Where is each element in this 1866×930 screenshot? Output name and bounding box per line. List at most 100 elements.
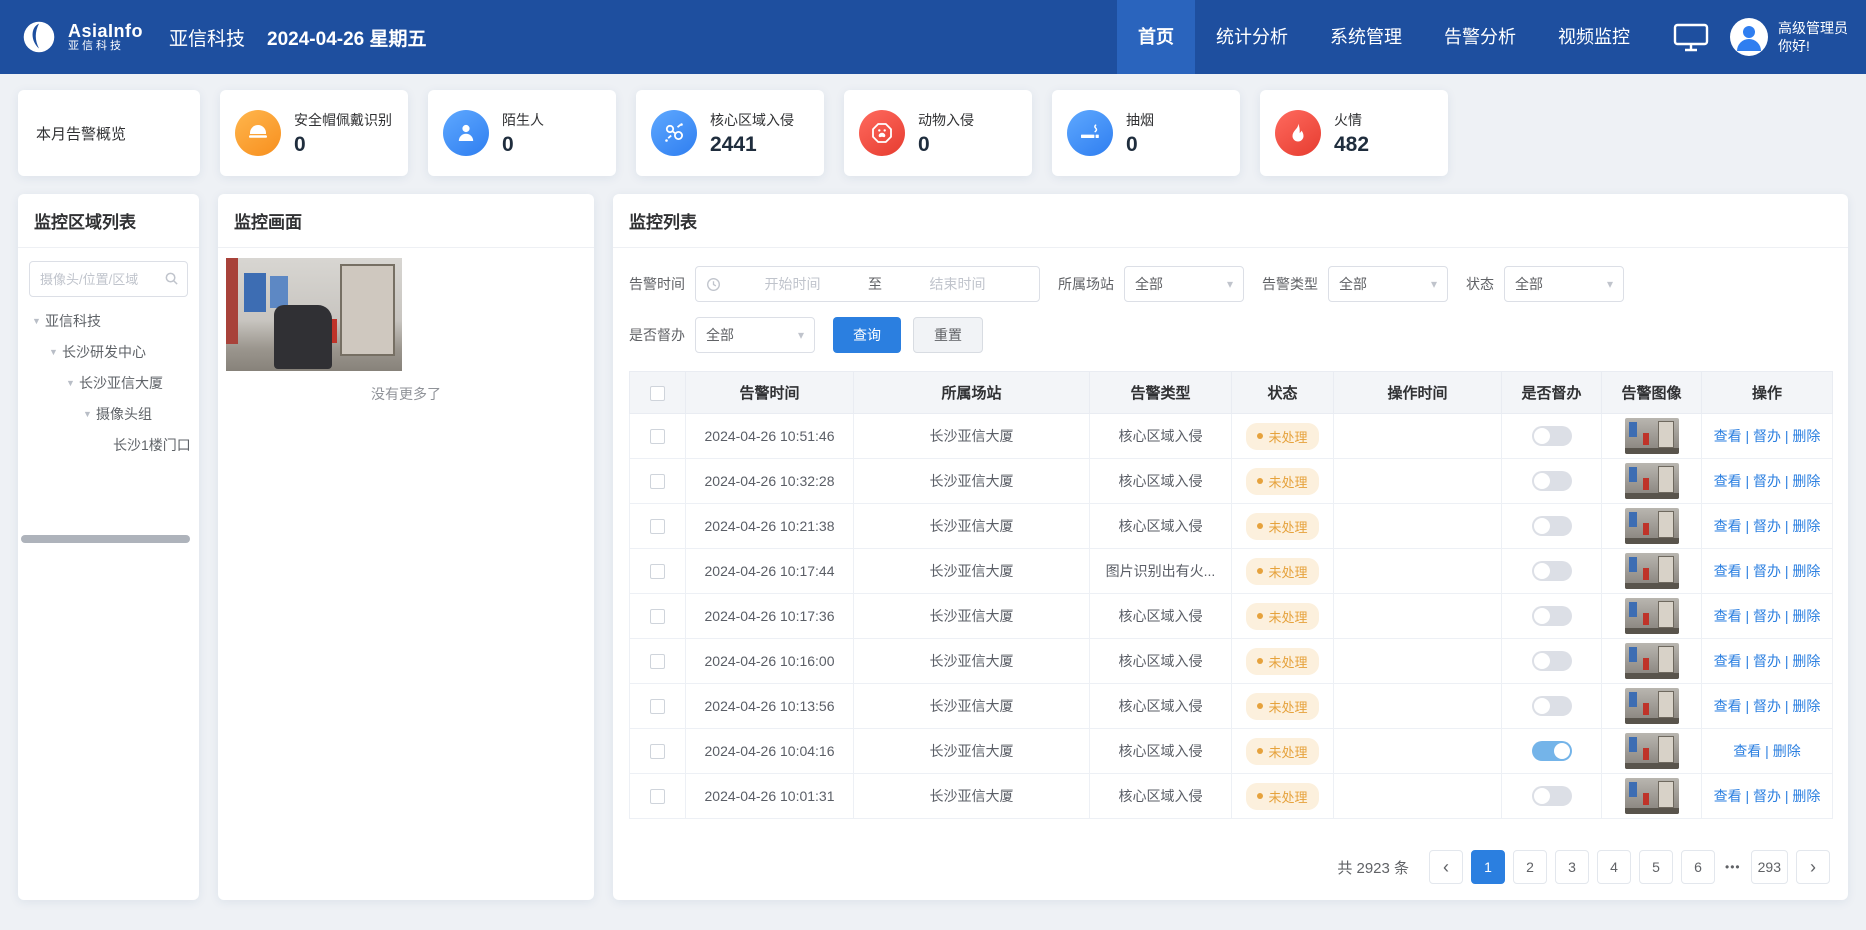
tree-node-1[interactable]: ▼ 长沙研发中心 (18, 336, 199, 367)
page-button-6[interactable]: 6 (1681, 850, 1715, 884)
action-supervise-link[interactable]: 督办 (1753, 698, 1781, 714)
stat-card: 火情 482 (1260, 90, 1448, 176)
supervise-toggle[interactable] (1532, 696, 1572, 716)
row-checkbox[interactable] (650, 699, 665, 714)
action-view-link[interactable]: 查看 (1714, 563, 1742, 579)
action-delete-link[interactable]: 删除 (1792, 473, 1820, 489)
action-delete-link[interactable]: 删除 (1792, 428, 1820, 444)
reset-button[interactable]: 重置 (913, 317, 983, 353)
row-checkbox[interactable] (650, 654, 665, 669)
nav-item-0[interactable]: 首页 (1117, 0, 1195, 74)
alarm-image-thumbnail[interactable] (1625, 733, 1679, 769)
alarm-type-select[interactable]: 全部 ▾ (1328, 266, 1448, 302)
tree-node-0[interactable]: ▼ 亚信科技 (18, 305, 199, 336)
row-checkbox[interactable] (650, 519, 665, 534)
action-view-link[interactable]: 查看 (1714, 653, 1742, 669)
action-view-link[interactable]: 查看 (1714, 698, 1742, 714)
action-supervise-link[interactable]: 督办 (1753, 518, 1781, 534)
row-checkbox[interactable] (650, 429, 665, 444)
row-actions: 查看 | 督办 | 删除 (1702, 774, 1833, 819)
alarm-image-thumbnail[interactable] (1625, 418, 1679, 454)
alarm-station-cell: 长沙亚信大厦 (854, 549, 1090, 594)
supervise-toggle[interactable] (1532, 426, 1572, 446)
action-supervise-link[interactable]: 督办 (1753, 653, 1781, 669)
status-select[interactable]: 全部 ▾ (1504, 266, 1624, 302)
screen-monitor-icon[interactable] (1673, 22, 1709, 52)
row-actions: 查看 | 督办 | 删除 (1702, 639, 1833, 684)
tree-node-2[interactable]: ▼ 长沙亚信大厦 (18, 367, 199, 398)
user-menu[interactable]: 高级管理员 你好! (1729, 17, 1848, 57)
action-supervise-link[interactable]: 督办 (1753, 788, 1781, 804)
asiainfo-logo-icon (18, 16, 60, 58)
supervise-toggle[interactable] (1532, 651, 1572, 671)
action-delete-link[interactable]: 删除 (1792, 698, 1820, 714)
page-button-5[interactable]: 5 (1639, 850, 1673, 884)
alarm-time-range-picker[interactable]: 开始时间 至 结束时间 (695, 266, 1040, 302)
horizontal-scrollbar[interactable] (21, 535, 190, 543)
action-view-link[interactable]: 查看 (1714, 428, 1742, 444)
action-delete-link[interactable]: 删除 (1792, 788, 1820, 804)
supervise-toggle[interactable] (1532, 471, 1572, 491)
camera-preview-thumbnail[interactable] (226, 258, 402, 371)
row-checkbox[interactable] (650, 744, 665, 759)
action-view-link[interactable]: 查看 (1714, 473, 1742, 489)
action-delete-link[interactable]: 删除 (1792, 563, 1820, 579)
alarm-image-thumbnail[interactable] (1625, 508, 1679, 544)
action-supervise-link[interactable]: 督办 (1753, 473, 1781, 489)
caret-down-icon[interactable]: ▼ (79, 409, 96, 419)
row-checkbox[interactable] (650, 474, 665, 489)
station-select[interactable]: 全部 ▾ (1124, 266, 1244, 302)
action-view-link[interactable]: 查看 (1714, 518, 1742, 534)
alarm-image-thumbnail[interactable] (1625, 598, 1679, 634)
nav-item-2[interactable]: 系统管理 (1309, 0, 1423, 74)
caret-down-icon[interactable]: ▼ (45, 347, 62, 357)
alarm-image-thumbnail[interactable] (1625, 553, 1679, 589)
action-delete-link[interactable]: 删除 (1792, 608, 1820, 624)
action-supervise-link[interactable]: 督办 (1753, 563, 1781, 579)
action-view-link[interactable]: 查看 (1714, 788, 1742, 804)
action-view-link[interactable]: 查看 (1733, 743, 1761, 759)
more-pages-icon[interactable]: ••• (1723, 860, 1743, 874)
row-checkbox[interactable] (650, 564, 665, 579)
alarm-image-thumbnail[interactable] (1625, 463, 1679, 499)
alarm-image-thumbnail[interactable] (1625, 778, 1679, 814)
tree-node-3[interactable]: ▼ 摄像头组 (18, 398, 199, 429)
nav-item-1[interactable]: 统计分析 (1195, 0, 1309, 74)
action-view-link[interactable]: 查看 (1714, 608, 1742, 624)
row-actions: 查看 | 督办 | 删除 (1702, 414, 1833, 459)
supervise-select[interactable]: 全部 ▾ (695, 317, 815, 353)
query-button[interactable]: 查询 (833, 317, 901, 353)
action-delete-link[interactable]: 删除 (1792, 518, 1820, 534)
page-button-293[interactable]: 293 (1751, 850, 1788, 884)
action-delete-link[interactable]: 删除 (1792, 653, 1820, 669)
alarm-station-cell: 长沙亚信大厦 (854, 594, 1090, 639)
page-button-3[interactable]: 3 (1555, 850, 1589, 884)
action-delete-link[interactable]: 删除 (1773, 743, 1801, 759)
action-separator: | (1761, 743, 1772, 759)
page-button-4[interactable]: 4 (1597, 850, 1631, 884)
nav-item-3[interactable]: 告警分析 (1423, 0, 1537, 74)
supervise-toggle[interactable] (1532, 741, 1572, 761)
search-icon[interactable] (164, 271, 179, 291)
supervise-toggle[interactable] (1532, 786, 1572, 806)
supervise-toggle[interactable] (1532, 516, 1572, 536)
next-page-button[interactable]: › (1796, 850, 1830, 884)
row-checkbox[interactable] (650, 789, 665, 804)
end-time-input[interactable]: 结束时间 (886, 274, 1029, 294)
supervise-toggle[interactable] (1532, 606, 1572, 626)
alarm-image-thumbnail[interactable] (1625, 643, 1679, 679)
caret-down-icon[interactable]: ▼ (28, 316, 45, 326)
page-button-2[interactable]: 2 (1513, 850, 1547, 884)
nav-item-4[interactable]: 视频监控 (1537, 0, 1651, 74)
action-supervise-link[interactable]: 督办 (1753, 428, 1781, 444)
select-all-checkbox[interactable] (650, 386, 665, 401)
tree-node-4[interactable]: 长沙1楼门口 (18, 429, 199, 460)
alarm-image-thumbnail[interactable] (1625, 688, 1679, 724)
supervise-toggle[interactable] (1532, 561, 1572, 581)
prev-page-button[interactable]: ‹ (1429, 850, 1463, 884)
page-button-1[interactable]: 1 (1471, 850, 1505, 884)
start-time-input[interactable]: 开始时间 (721, 274, 864, 294)
row-checkbox[interactable] (650, 609, 665, 624)
caret-down-icon[interactable]: ▼ (62, 378, 79, 388)
action-supervise-link[interactable]: 督办 (1753, 608, 1781, 624)
